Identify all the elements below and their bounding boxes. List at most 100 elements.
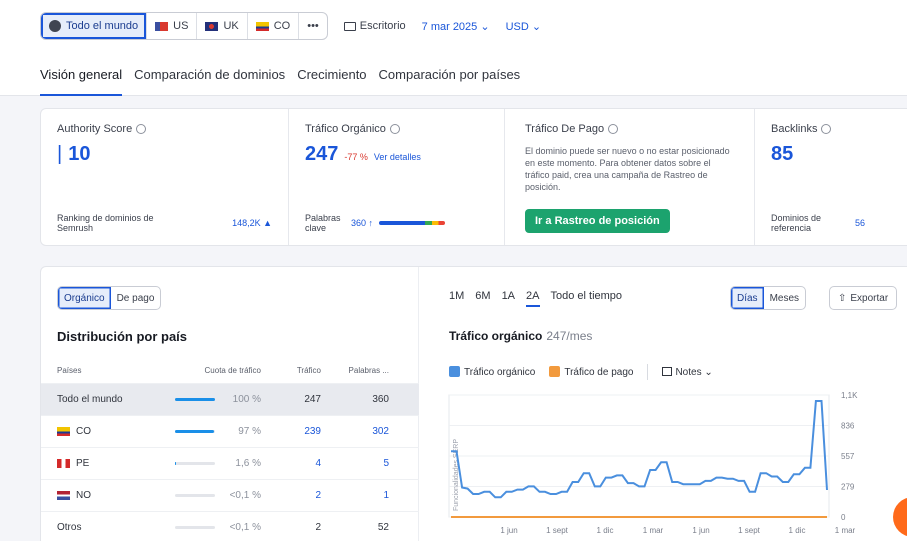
keywords-value[interactable]: 5 [321, 458, 393, 469]
currency-selector[interactable]: USD ⌄ [506, 20, 542, 33]
days-toggle[interactable]: Días [731, 287, 764, 309]
share-bar [175, 494, 215, 497]
country-distribution-panel: Orgánico De pago Distribución por país P… [41, 267, 419, 541]
info-icon[interactable] [821, 124, 832, 134]
traffic-value[interactable]: 4 [271, 458, 321, 469]
country-cell: NO [41, 490, 161, 501]
region-label: CO [273, 20, 291, 32]
region-uk[interactable]: UK [197, 13, 248, 39]
notes-dropdown[interactable]: Notes ⌄ [662, 366, 713, 378]
chart-title-text: Tráfico orgánico [449, 329, 543, 343]
x-tick-label: 1 sept [738, 526, 761, 535]
us-flag-icon [155, 21, 169, 31]
checkbox-icon [449, 366, 460, 377]
info-icon[interactable] [389, 124, 400, 134]
keywords-value[interactable]: 360 ↑ [351, 218, 373, 228]
position-tracking-button[interactable]: Ir a Rastreo de posición [525, 209, 670, 233]
backlinks-metric: Backlinks 85 Dominios de referencia 56 [755, 109, 907, 245]
authority-rank-value[interactable]: 148,2K ▲ [232, 218, 272, 228]
metric-value: 85 [771, 143, 903, 166]
header-keywords[interactable]: Palabras ... [321, 366, 393, 375]
period-2a[interactable]: 2A [526, 290, 540, 307]
period-1m[interactable]: 1M [449, 290, 464, 307]
table-row[interactable]: PE 1,6 % 4 5 [41, 447, 419, 479]
more-icon: ••• [307, 20, 319, 32]
x-tick-label: 1 dic [789, 526, 806, 535]
traffic-type-toggle: Orgánico De pago [57, 286, 162, 310]
checkbox-icon [549, 366, 561, 377]
notes-label: Notes ⌄ [675, 366, 713, 378]
authority-value[interactable]: 10 [68, 143, 90, 166]
traffic-value[interactable]: 239 [271, 426, 321, 437]
currency-label: USD ⌄ [505, 20, 542, 33]
info-icon[interactable] [608, 124, 619, 134]
header-country[interactable]: Países [41, 366, 161, 375]
legend-organic[interactable]: Tráfico orgánico [449, 366, 535, 378]
x-tick-label: 1 dic [597, 526, 614, 535]
country-cell: Todo el mundo [41, 394, 161, 405]
months-toggle[interactable]: Meses [764, 287, 805, 309]
backlinks-value[interactable]: 85 [771, 143, 793, 166]
region-us[interactable]: US [147, 13, 198, 39]
organic-toggle[interactable]: Orgánico [58, 287, 111, 309]
tab-country-comparison[interactable]: Comparación por países [379, 64, 521, 96]
x-tick-label: 1 mar [643, 526, 664, 535]
top-bar: Todo el mundo US UK CO ••• Escritorio 7 … [0, 0, 907, 96]
referring-domains-label: Dominios de referencia [771, 213, 822, 233]
view-details-link[interactable]: Ver detalles [374, 152, 421, 162]
country-name: Otros [57, 522, 82, 533]
organic-change: -77 % [344, 152, 368, 162]
metric-footer: Dominios de referencia 56 [771, 213, 903, 233]
legend-paid[interactable]: Tráfico de pago [549, 366, 633, 378]
y-tick-label: 557 [841, 452, 855, 461]
country-cell: Otros [41, 522, 161, 533]
paid-title: Tráfico De Pago [525, 123, 605, 135]
no-flag-icon [57, 491, 70, 500]
header-traffic[interactable]: Tráfico [271, 366, 321, 375]
export-button[interactable]: ⇧ Exportar [829, 286, 898, 310]
keywords-value[interactable]: 302 [321, 426, 393, 437]
date-selector[interactable]: 7 mar 2025 ⌄ [422, 20, 490, 33]
region-worldwide[interactable]: Todo el mundo [41, 13, 148, 39]
country-cell: CO [41, 426, 161, 437]
table-row[interactable]: Todo el mundo 100 % 247 360 [41, 383, 419, 415]
y-axis-label: Funcionalidades SERP [453, 439, 460, 511]
keywords-label: Palabras clave [305, 213, 341, 233]
share-cell: 100 % [161, 394, 271, 405]
y-tick-label: 1,1K [841, 391, 858, 400]
traffic-value[interactable]: 2 [271, 490, 321, 501]
export-label: Exportar [850, 292, 889, 304]
table-header: Países Cuota de tráfico Tráfico Palabras… [41, 357, 419, 383]
referring-domains-value[interactable]: 56 [855, 218, 865, 228]
info-icon[interactable] [136, 124, 147, 134]
country-name: Todo el mundo [57, 394, 123, 405]
share-bar [175, 430, 215, 433]
keywords-value[interactable]: 1 [321, 490, 393, 501]
period-1a[interactable]: 1A [502, 290, 515, 307]
organic-traffic-metric: Tráfico Orgánico 247 -77 % Ver detalles Pa… [289, 109, 505, 245]
device-selector[interactable]: Escritorio [343, 20, 406, 32]
paid-toggle[interactable]: De pago [111, 287, 161, 309]
tab-overview[interactable]: Visión general [40, 64, 123, 96]
organic-traffic-chart[interactable]: 1,1K 836 557 279 0 1 jun 1 sept 1 dic 1 mar 1 jun… [419, 385, 907, 541]
tab-growth[interactable]: Crecimiento [297, 64, 366, 96]
tab-domain-comparison[interactable]: Comparación de dominios [134, 64, 285, 96]
share-value: 97 % [238, 426, 261, 437]
x-tick-label: 1 mar [835, 526, 856, 535]
metrics-card: Authority Score | 10 Ranking de dominios … [40, 108, 907, 246]
table-row[interactable]: Otros <0,1 % 2 52 [41, 511, 419, 541]
share-cell: 97 % [161, 426, 271, 437]
y-tick-label: 836 [841, 422, 855, 431]
table-row[interactable]: CO 97 % 239 302 [41, 415, 419, 447]
region-co[interactable]: CO [248, 13, 300, 39]
period-all-time[interactable]: Todo el tiempo [551, 290, 623, 307]
more-regions-button[interactable]: ••• [299, 13, 327, 39]
period-6m[interactable]: 6M [475, 290, 490, 307]
uk-flag-icon [205, 21, 219, 31]
monitor-icon [343, 21, 356, 31]
table-row[interactable]: NO <0,1 % 2 1 [41, 479, 419, 511]
pe-flag-icon [57, 459, 70, 468]
share-value: 100 % [232, 394, 261, 405]
header-share[interactable]: Cuota de tráfico [161, 366, 271, 375]
organic-value[interactable]: 247 [305, 143, 338, 166]
